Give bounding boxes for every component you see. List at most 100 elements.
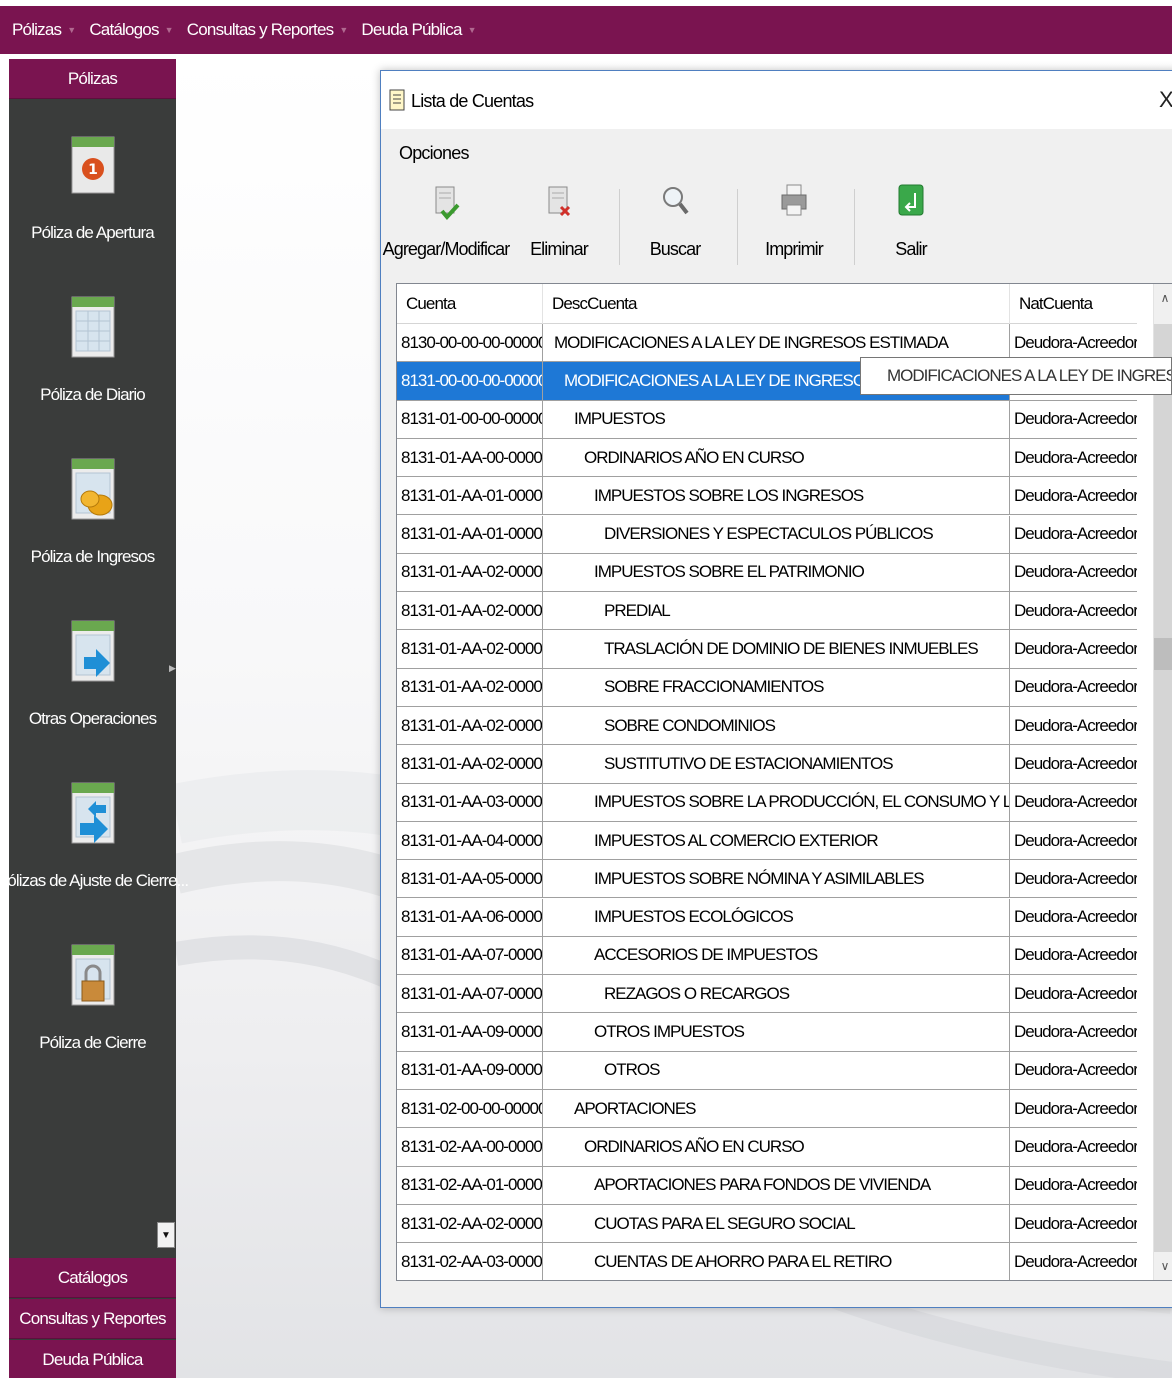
sidebar-section-consultas-reportes[interactable]: Consultas y Reportes	[9, 1299, 176, 1339]
dialog-titlebar[interactable]: Lista de Cuentas X	[381, 71, 1172, 129]
add-document-icon	[435, 186, 460, 221]
cell-desccuenta: IMPUESTOS SOBRE LA PRODUCCIÓN, EL CONSUM…	[543, 783, 1010, 822]
table-row[interactable]: 8131-01-00-00-000000 IMPUESTOS Deudora-Acr…	[397, 400, 1137, 439]
cell-natcuenta: Deudora-Acreedora	[1010, 707, 1137, 746]
table-row[interactable]: 8131-01-AA-07-000001 REZAGOS O RECARGOS De…	[397, 975, 1137, 1014]
table-row[interactable]: 8131-01-AA-02-000005 SUSTITUTIVO DE ESTAC…	[397, 745, 1137, 784]
search-button[interactable]: Buscar	[645, 183, 705, 260]
cell-cuenta: 8131-01-AA-04-000000	[397, 821, 543, 861]
cell-cuenta: 8131-01-AA-00-000000	[397, 438, 543, 478]
table-row[interactable]: 8131-01-AA-09-000000 OTROS IMPUESTOS Deudo…	[397, 1013, 1137, 1052]
cell-natcuenta: Deudora-Acreedora	[1010, 1205, 1137, 1244]
sidebar-item-poliza-cierre[interactable]: Póliza de Cierre	[9, 933, 176, 1083]
cell-natcuenta: Deudora-Acreedora	[1010, 745, 1137, 784]
table-row[interactable]: 8131-01-AA-00-000000 ORDINARIOS AÑO EN CU…	[397, 438, 1137, 478]
grid-vertical-scrollbar[interactable]: ∧ ∨	[1153, 284, 1172, 1280]
table-row[interactable]: 8131-01-AA-05-000000 IMPUESTOS SOBRE NÓMI…	[397, 860, 1137, 899]
table-row[interactable]: 8131-01-AA-01-000001 DIVERSIONES Y ESPECT…	[397, 515, 1137, 554]
cell-natcuenta: Deudora-Acreedora	[1010, 1090, 1137, 1129]
cell-cuenta: 8131-01-AA-02-000002	[397, 630, 543, 669]
menu-consultas-reportes[interactable]: Consultas y Reportes ▼	[187, 20, 348, 40]
sidebar-item-poliza-diario[interactable]: Póliza de Diario	[9, 285, 176, 435]
cell-natcuenta: Deudora-Acreedora	[1010, 899, 1137, 937]
menu-label: Pólizas	[12, 20, 62, 39]
table-row[interactable]: 8131-02-AA-01-000000 APORTACIONES PARA FO…	[397, 1166, 1137, 1205]
top-menubar: Pólizas ▼ Catálogos ▼ Consultas y Reportes…	[0, 6, 1172, 54]
table-row[interactable]: 8131-01-AA-09-000001 OTROS Deudora-Acreedo…	[397, 1051, 1137, 1090]
cell-desccuenta: CUENTAS DE AHORRO PARA EL RETIRO	[543, 1243, 1010, 1280]
sidebar-scroll-down-button[interactable]: ▼	[157, 1222, 175, 1248]
menu-deuda-publica[interactable]: Deuda Pública ▼	[361, 20, 476, 40]
cell-desccuenta: IMPUESTOS	[543, 400, 1010, 439]
menu-polizas[interactable]: Pólizas ▼	[12, 20, 76, 40]
cell-desccuenta: SOBRE FRACCIONAMIENTOS	[543, 668, 1010, 707]
sidebar-item-ajuste-cierre[interactable]: Pólizas de Ajuste de Cierre...	[0, 771, 189, 921]
sidebar-item-poliza-apertura[interactable]: 1 Póliza de Apertura	[9, 123, 176, 273]
exit-icon	[898, 184, 924, 216]
sidebar: Pólizas 1 Póliza de Apertura Póliza de D…	[0, 59, 189, 1378]
sidebar-section-deuda-publica[interactable]: Deuda Pública	[9, 1340, 176, 1378]
table-row[interactable]: 8131-02-AA-02-000000 CUOTAS PARA EL SEGUR…	[397, 1204, 1137, 1244]
cell-natcuenta: Deudora-Acreedora	[1010, 975, 1137, 1014]
dialog-title: Lista de Cuentas	[411, 91, 534, 111]
table-row[interactable]: 8131-01-AA-02-000004 SOBRE CONDOMINIOS Deu…	[397, 707, 1137, 746]
sidebar-item-otras-operaciones[interactable]: Otras Operaciones	[9, 609, 176, 759]
cell-desccuenta: SOBRE CONDOMINIOS	[543, 707, 1010, 746]
table-row[interactable]: 8131-01-AA-02-000000 IMPUESTOS SOBRE EL P…	[397, 553, 1137, 593]
table-row[interactable]: 8131-01-AA-04-000000 IMPUESTOS AL COMERCI…	[397, 821, 1137, 861]
sidebar-item-label: Otras Operaciones	[28, 709, 157, 728]
sidebar-item-label: Pólizas de Ajuste de Cierre...	[0, 871, 189, 890]
sidebar-item-label: Póliza de Cierre	[39, 1033, 146, 1052]
sidebar-item-label: Póliza de Ingresos	[30, 547, 156, 566]
scrollbar-thumb[interactable]	[1154, 638, 1172, 670]
table-row[interactable]: 8131-01-AA-06-000000 IMPUESTOS ECOLÓGICOS…	[397, 898, 1137, 937]
sidebar-section-catalogos[interactable]: Catálogos	[9, 1258, 176, 1298]
table-row[interactable]: 8131-01-AA-07-000000 ACCESORIOS DE IMPUES…	[397, 936, 1137, 976]
cell-desccuenta: SUSTITUTIVO DE ESTACIONAMIENTOS	[543, 745, 1010, 784]
sidebar-item-poliza-ingresos[interactable]: Póliza de Ingresos	[9, 447, 176, 597]
cell-natcuenta: Deudora-Acreedora	[1010, 1128, 1137, 1167]
table-row[interactable]: 8131-01-AA-02-000003 SOBRE FRACCIONAMIENT…	[397, 668, 1137, 707]
cell-natcuenta: Deudora-Acreedora	[1010, 516, 1137, 554]
cell-natcuenta: Deudora-Acreedora	[1010, 822, 1137, 861]
table-row[interactable]: 8131-02-AA-03-000000 CUENTAS DE AHORRO PA…	[397, 1243, 1137, 1280]
column-header-cuenta[interactable]: Cuenta	[397, 284, 543, 324]
cell-desccuenta: OTROS IMPUESTOS	[543, 1013, 1010, 1052]
cell-cuenta: 8131-01-AA-02-000003	[397, 668, 543, 707]
table-row[interactable]: 8131-01-AA-02-000002 TRASLACIÓN DE DOMINI…	[397, 630, 1137, 669]
cell-cuenta: 8131-01-AA-03-000000	[397, 783, 543, 822]
cell-desccuenta: TRASLACIÓN DE DOMINIO DE BIENES INMUEBLE…	[543, 630, 1010, 669]
scroll-down-icon[interactable]: ∨	[1154, 1252, 1172, 1280]
cell-desccuenta: APORTACIONES	[543, 1090, 1010, 1129]
desc-tooltip: MODIFICACIONES A LA LEY DE INGRESOS ESTI…	[860, 357, 1172, 395]
cell-natcuenta: Deudora-Acreedora	[1010, 592, 1137, 631]
print-button[interactable]: Imprimir	[761, 183, 827, 260]
cuentas-grid: Cuenta DescCuenta NatCuenta 8130-00-00-0…	[396, 283, 1172, 1281]
table-row[interactable]: 8131-01-AA-01-000000 IMPUESTOS SOBRE LOS …	[397, 477, 1137, 516]
column-header-desccuenta[interactable]: DescCuenta	[543, 284, 1010, 324]
menu-label: Consultas y Reportes	[186, 20, 334, 39]
cell-cuenta: 8131-01-AA-02-000004	[397, 707, 543, 746]
table-row[interactable]: 8131-02-00-00-000000 APORTACIONES Deudora-…	[397, 1090, 1137, 1129]
toolbar-separator	[619, 189, 620, 265]
cell-cuenta: 8130-00-00-00-000000	[397, 324, 543, 363]
menu-catalogos[interactable]: Catálogos ▼	[89, 20, 173, 40]
table-row[interactable]: 8131-01-AA-03-000000 IMPUESTOS SOBRE LA P…	[397, 783, 1137, 822]
add-modify-button[interactable]: Agregar/Modificar	[383, 183, 510, 260]
cell-cuenta: 8131-01-AA-02-000000	[397, 553, 543, 593]
delete-button[interactable]: Eliminar	[529, 183, 589, 260]
exit-button[interactable]: Salir	[891, 183, 931, 260]
menu-label: Deuda Pública	[361, 20, 462, 39]
scrollbar-track[interactable]	[1154, 324, 1172, 1252]
scroll-up-icon[interactable]: ∧	[1154, 284, 1172, 312]
sidebar-header-polizas[interactable]: Pólizas	[9, 59, 176, 99]
document-icon	[389, 89, 405, 111]
table-row[interactable]: 8131-01-AA-02-000001 PREDIAL Deudora-Acree…	[397, 592, 1137, 631]
cell-cuenta: 8131-01-AA-02-000005	[397, 745, 543, 784]
cierre-icon	[71, 944, 114, 1006]
table-row[interactable]: 8131-02-AA-00-000000 ORDINARIOS AÑO EN CU…	[397, 1128, 1137, 1167]
menu-opciones[interactable]: Opciones	[399, 143, 469, 164]
column-header-natcuenta[interactable]: NatCuenta	[1010, 284, 1137, 324]
cell-natcuenta: Deudora-Acreedora	[1010, 860, 1137, 899]
close-icon[interactable]: X	[1159, 87, 1172, 113]
